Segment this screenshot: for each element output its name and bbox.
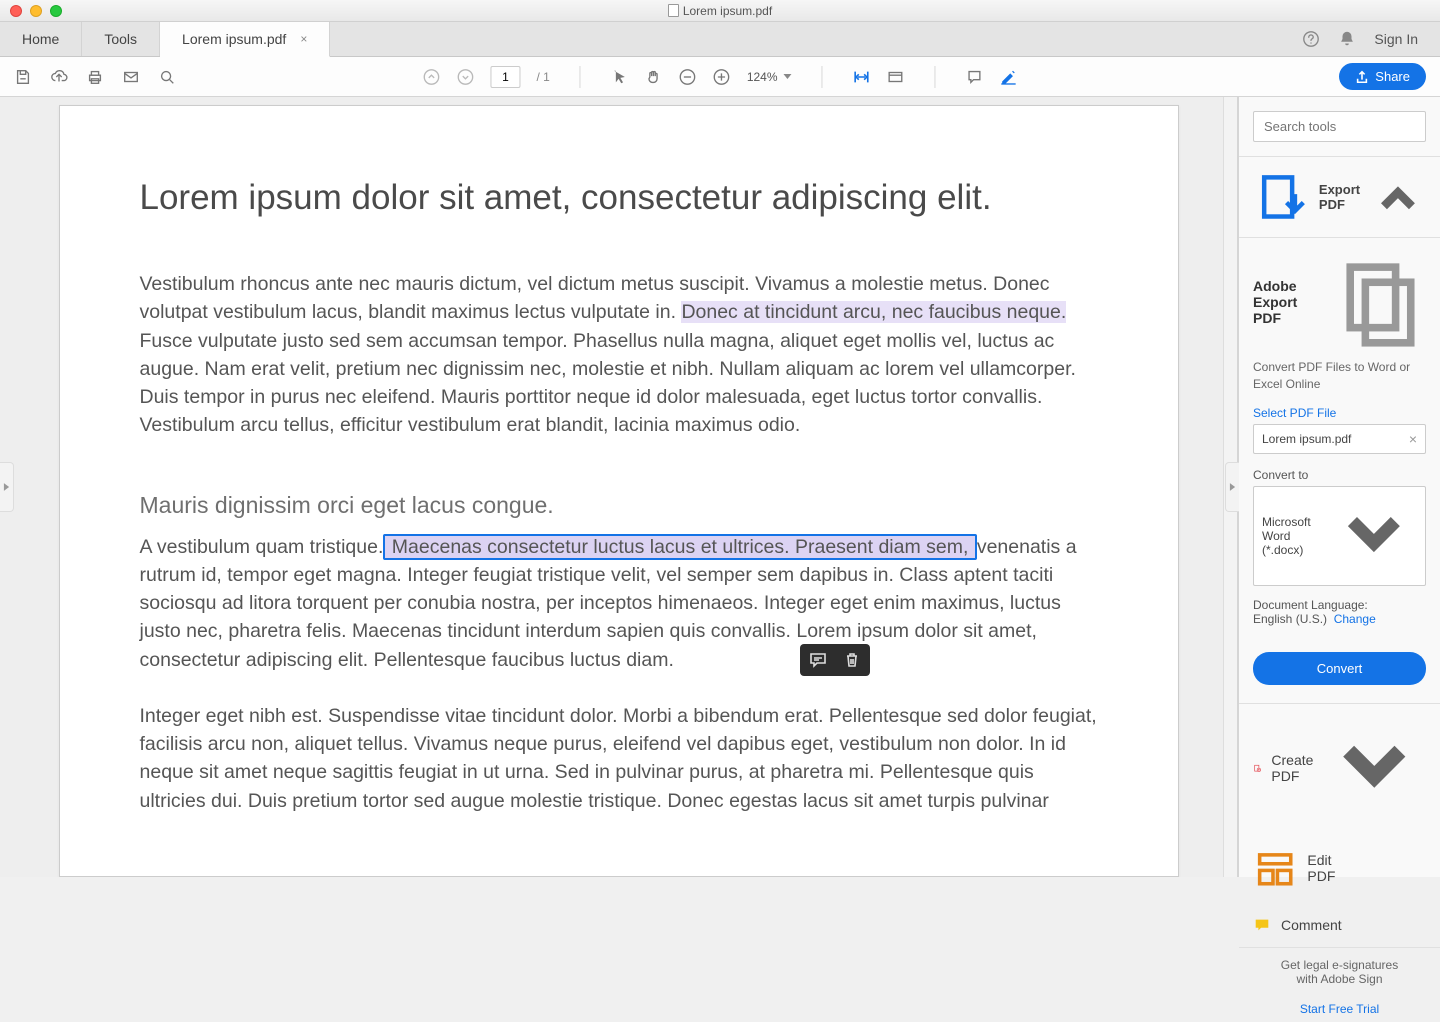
convert-format-dropdown[interactable]: Microsoft Word (*.docx) — [1253, 486, 1426, 586]
share-button-label: Share — [1375, 69, 1410, 84]
clear-file-icon[interactable]: × — [1409, 431, 1417, 447]
create-pdf-tool[interactable]: Create PDF — [1239, 704, 1440, 833]
adobe-export-title: Adobe Export PDF — [1253, 278, 1325, 326]
convert-to-label: Convert to — [1253, 468, 1426, 482]
zoom-out-icon[interactable] — [679, 68, 697, 86]
right-panel-toggle[interactable] — [1225, 462, 1239, 512]
help-icon[interactable] — [1302, 30, 1320, 48]
tab-bar: Home Tools Lorem ipsum.pdf × Sign In — [0, 22, 1440, 57]
tab-tools[interactable]: Tools — [82, 22, 160, 56]
print-icon[interactable] — [86, 68, 104, 86]
doc-paragraph-3: Integer eget nibh est. Suspendisse vitae… — [140, 702, 1098, 815]
tab-document[interactable]: Lorem ipsum.pdf × — [160, 22, 330, 57]
tab-document-label: Lorem ipsum.pdf — [182, 31, 286, 47]
export-pdf-label: Export PDF — [1319, 182, 1360, 212]
zoom-in-icon[interactable] — [713, 68, 731, 86]
annotation-toolbar — [800, 644, 870, 676]
email-icon[interactable] — [122, 68, 140, 86]
hand-tool-icon[interactable] — [645, 68, 663, 86]
read-mode-icon[interactable] — [887, 68, 905, 86]
zoom-level-dropdown[interactable]: 124% — [747, 70, 792, 84]
highlight-tool-icon[interactable] — [1000, 68, 1018, 86]
selected-file-field[interactable]: Lorem ipsum.pdf × — [1253, 424, 1426, 454]
start-free-trial-link[interactable]: Start Free Trial — [1239, 996, 1440, 1022]
document-viewport[interactable]: Lorem ipsum dolor sit amet, consectetur … — [0, 97, 1238, 877]
create-pdf-icon — [1253, 764, 1261, 772]
selection-tool-icon[interactable] — [611, 68, 629, 86]
selected-file-name: Lorem ipsum.pdf — [1262, 432, 1351, 446]
save-icon[interactable] — [14, 68, 32, 86]
change-language-link[interactable]: Change — [1334, 612, 1376, 626]
export-pdf-accordion[interactable]: Export PDF — [1239, 156, 1440, 238]
edit-pdf-tool[interactable]: Edit PDF — [1239, 833, 1440, 903]
main-toolbar: / 1 124% Share — [0, 57, 1440, 97]
comment-icon — [1253, 916, 1271, 934]
doc-paragraph-1: Vestibulum rhoncus ante nec mauris dictu… — [140, 270, 1098, 440]
chevron-up-icon — [1370, 169, 1426, 225]
esign-promo: Get legal e-signatures with Adobe Sign — [1239, 948, 1440, 996]
pdf-page: Lorem ipsum dolor sit amet, consectetur … — [59, 105, 1179, 877]
cloud-upload-icon[interactable] — [50, 68, 68, 86]
window-titlebar: Lorem ipsum.pdf — [0, 0, 1440, 22]
left-panel-toggle[interactable] — [0, 462, 14, 512]
fit-width-icon[interactable] — [853, 68, 871, 86]
add-note-icon[interactable] — [808, 650, 828, 670]
highlight-annotation-1[interactable]: Donec at tincidunt arcu, nec faucibus ne… — [681, 301, 1066, 323]
tab-close-icon[interactable]: × — [300, 32, 307, 46]
comment-tool-icon[interactable] — [966, 68, 984, 86]
convert-button[interactable]: Convert — [1253, 652, 1426, 685]
share-button[interactable]: Share — [1339, 63, 1426, 90]
chevron-down-icon — [1331, 493, 1417, 579]
sign-in-link[interactable]: Sign In — [1374, 31, 1418, 47]
document-language-row: Document Language: English (U.S.) Change — [1253, 598, 1426, 626]
search-tools-input[interactable] — [1253, 111, 1426, 142]
page-number-input[interactable] — [490, 66, 520, 88]
chevron-down-icon — [1323, 717, 1426, 820]
highlight-annotation-selected[interactable]: Maecenas consectetur luctus lacus et ult… — [383, 534, 976, 560]
doc-heading-1: Lorem ipsum dolor sit amet, consectetur … — [140, 178, 1098, 218]
notifications-icon[interactable] — [1338, 30, 1356, 48]
page-down-icon[interactable] — [456, 68, 474, 86]
delete-annotation-icon[interactable] — [842, 650, 862, 670]
page-up-icon[interactable] — [422, 68, 440, 86]
export-subtitle: Convert PDF Files to Word or Excel Onlin… — [1253, 359, 1426, 393]
pdf-file-icon — [668, 4, 679, 17]
window-title: Lorem ipsum.pdf — [0, 4, 1440, 18]
comment-tool[interactable]: Comment — [1239, 903, 1440, 948]
find-icon[interactable] — [158, 68, 176, 86]
chevron-down-icon — [784, 74, 792, 79]
tab-home[interactable]: Home — [0, 22, 82, 56]
select-pdf-label: Select PDF File — [1253, 406, 1426, 420]
doc-heading-2: Mauris dignissim orci eget lacus congue. — [140, 492, 1098, 519]
convert-format-value: Microsoft Word (*.docx) — [1262, 515, 1331, 557]
pages-icon[interactable] — [1325, 252, 1426, 353]
right-panel: Export PDF Adobe Export PDF Convert PDF … — [1238, 97, 1440, 877]
edit-pdf-icon — [1253, 846, 1297, 890]
window-title-text: Lorem ipsum.pdf — [683, 4, 772, 18]
page-total-label: / 1 — [536, 70, 549, 84]
doc-paragraph-2: A vestibulum quam tristique. Maecenas co… — [140, 533, 1098, 674]
